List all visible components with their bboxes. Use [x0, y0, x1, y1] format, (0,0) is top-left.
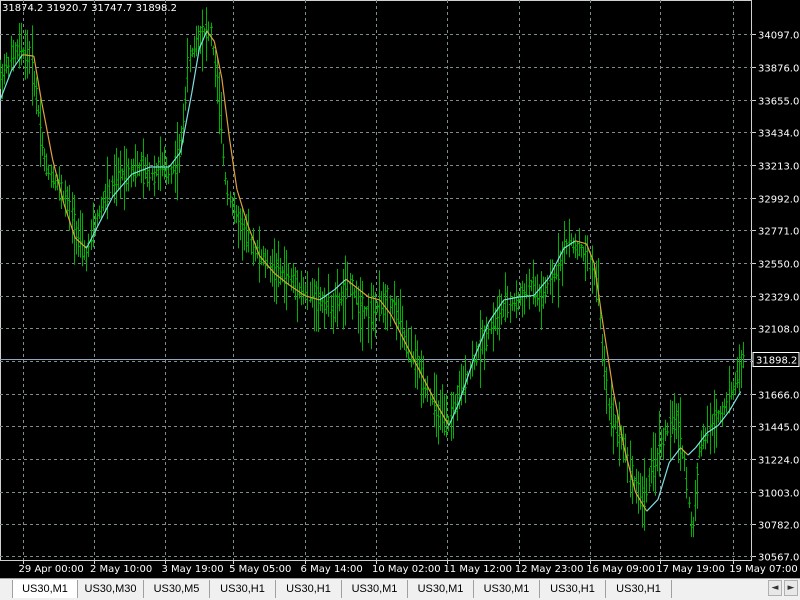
ma-segment [10, 54, 24, 72]
x-tick-label: 5 May 05:00 [229, 564, 291, 575]
ma-segment [0, 70, 12, 101]
ma-segment [319, 289, 335, 301]
ma-segment [623, 447, 637, 493]
y-tick-label: 32992.0 [758, 195, 799, 206]
y-tick-label: 30782.0 [758, 521, 799, 532]
ma-segment [179, 92, 193, 153]
chart-tab[interactable]: US30,H1 [276, 580, 342, 598]
x-tick-label: 10 May 02:00 [372, 564, 441, 575]
ma-segment [458, 358, 475, 404]
x-tick-label: 6 May 14:00 [301, 564, 363, 575]
chart-tab[interactable]: US30,M1 [12, 580, 78, 598]
ma-segment [518, 294, 534, 298]
chart-tab[interactable]: US30,H1 [540, 580, 606, 598]
y-tick-label: 31224.0 [758, 456, 799, 467]
ohlc-bars [0, 7, 745, 538]
price-chart[interactable]: 34097.0 33876.0 33655.0 33434.0 33213.0 32992… [0, 0, 800, 578]
tab-scroll-left-icon[interactable]: ◄ [768, 580, 782, 596]
ma-segment [646, 499, 659, 512]
y-tick-label: 32108.0 [758, 325, 799, 336]
x-tick-label: 29 Apr 00:00 [19, 564, 84, 575]
tab-scroll-arrows: ◄ ► [768, 580, 798, 596]
current-price-label: 31898.2 [756, 356, 797, 367]
ma-segment [575, 240, 587, 245]
chart-tab[interactable]: US30,M30 [78, 580, 144, 598]
y-tick-label: 32771.0 [758, 227, 799, 238]
x-tick-label: 16 May 09:00 [586, 564, 655, 575]
y-tick-label: 30567.0 [758, 553, 799, 564]
chart-tab-bar: US30,M1 US30,M30 US30,M5 US30,H1 US30,H1 US30… [0, 578, 800, 600]
ma-segment [368, 296, 380, 301]
y-tick-label: 31445.0 [758, 423, 799, 434]
ma-segment [40, 100, 54, 160]
chart-tab[interactable]: US30,H1 [210, 580, 276, 598]
x-tick-label: 12 May 23:00 [515, 564, 584, 575]
y-tick-label: 34097.0 [758, 31, 799, 42]
chart-tab[interactable]: US30,M1 [408, 580, 474, 598]
chart-tab[interactable]: US30,M1 [474, 580, 540, 598]
x-tick-label: 3 May 19:00 [161, 564, 223, 575]
tab-scroll-right-icon[interactable]: ► [784, 580, 798, 596]
chart-tab[interactable]: US30,M5 [144, 580, 210, 598]
ohlc-readout: 31874.2 31920.7 31747.7 31898.2 [2, 3, 177, 14]
x-tick-label: 11 May 12:00 [443, 564, 512, 575]
y-tick-label: 33655.0 [758, 97, 799, 108]
chart-tab[interactable]: US30,M1 [342, 580, 408, 598]
y-tick-label: 31003.0 [758, 489, 799, 500]
chart-area[interactable]: 34097.0 33876.0 33655.0 33434.0 33213.0 32992… [0, 0, 800, 578]
chart-tab[interactable]: US30,H1 [606, 580, 672, 598]
y-tick-label: 33213.0 [758, 162, 799, 173]
x-tick-label: 19 May 07:00 [729, 564, 798, 575]
ma-segment [612, 388, 625, 448]
x-tick-label: 17 May 19:00 [656, 564, 725, 575]
y-tick-label: 33876.0 [758, 64, 799, 75]
ma-segment [221, 78, 230, 138]
ma-segment [206, 30, 215, 42]
y-tick-label: 32329.0 [758, 293, 799, 304]
moving-average [0, 30, 742, 512]
x-tick-label: 2 May 10:00 [90, 564, 152, 575]
y-tick-label: 33434.0 [758, 129, 799, 140]
y-tick-label: 31666.0 [758, 391, 799, 402]
ma-segment [687, 447, 697, 456]
ma-segment [634, 491, 648, 512]
ma-segment [593, 262, 603, 315]
y-tick-label: 32550.0 [758, 260, 799, 271]
ma-segment [601, 314, 614, 389]
